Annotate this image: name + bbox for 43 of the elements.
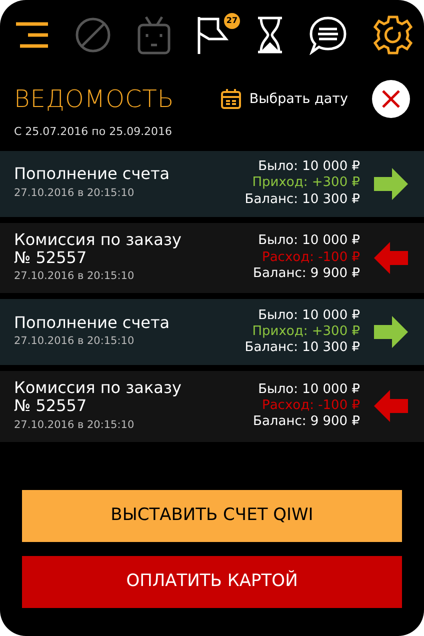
arrow-left-icon [374,242,408,274]
transaction-row[interactable]: Комиссия по заказу № 52557 27.10.2016 в 20:15:10 Было: 10 000 ₽ Расход: -100 ₽ Баланс: 9 900 ₽ [0,222,424,294]
invoice-button[interactable]: ВЫСТАВИТЬ СЧЕТ QIWI [22,490,402,542]
balance-amount: Баланс: 9 900 ₽ [253,266,360,282]
transaction-row[interactable]: Пополнение счета 27.10.2016 в 20:15:10 Было: 10 000 ₽ Приход: +300 ₽ Баланс: 10 300 ₽ [0,299,424,366]
previous-amount: Было: 10 000 ₽ [257,159,360,176]
notification-badge: 27 [224,13,240,29]
calendar-icon [220,88,242,110]
transaction-row[interactable]: Комиссия по заказу № 52557 27.10.2016 в 20:15:10 Было: 10 000 ₽ Расход: -100 ₽ Баланс: 9 900 ₽ [0,371,424,442]
change-amount: Приход: +300 ₽ [251,324,360,340]
page-title: ВЕДОМОСТЬ [14,84,174,115]
balance-amount: Баланс: 9 900 ₽ [253,414,360,431]
robot-icon[interactable] [136,15,172,55]
transaction-title: Комиссия по заказу № 52557 [14,230,182,268]
close-icon [381,89,401,109]
blocked-icon[interactable] [74,16,112,54]
transaction-title: Комиссия по заказу № 52557 [14,379,182,416]
previous-amount: Было: 10 000 ₽ [257,308,360,324]
close-button[interactable] [372,80,410,118]
arrow-right-icon [374,168,408,200]
settings-icon[interactable] [372,14,414,56]
balance-amount: Баланс: 10 300 ₽ [244,192,360,208]
pay-by-card-button[interactable]: ОПЛАТИТЬ КАРТОЙ [22,556,402,608]
transaction-time: 27.10.2016 в 20:15:10 [14,186,136,201]
hourglass-icon[interactable] [256,15,284,55]
chat-icon[interactable] [308,15,348,55]
transaction-time: 27.10.2016 в 20:15:10 [14,269,136,284]
date-range: С 25.07.2016 по 25.09.2016 [14,124,174,140]
previous-amount: Было: 10 000 ₽ [257,233,360,250]
transaction-title: Пополнение счета [14,314,170,332]
transaction-time: 27.10.2016 в 20:15:10 [14,334,136,350]
change-amount: Приход: +300 ₽ [251,175,360,192]
change-amount: Расход: -100 ₽ [260,250,360,266]
arrow-right-icon [374,316,408,348]
arrow-left-icon [374,390,408,422]
transaction-title: Пополнение счета [14,165,170,184]
menu-icon[interactable] [14,20,50,50]
balance-amount: Баланс: 10 300 ₽ [244,340,360,356]
date-picker-button[interactable]: Выбрать дату [220,88,348,110]
previous-amount: Было: 10 000 ₽ [257,382,360,398]
change-amount: Расход: -100 ₽ [260,398,360,414]
transaction-time: 27.10.2016 в 20:15:10 [14,418,136,433]
transaction-row[interactable]: Пополнение счета 27.10.2016 в 20:15:10 Было: 10 000 ₽ Приход: +300 ₽ Баланс: 10 300 ₽ [0,150,424,216]
